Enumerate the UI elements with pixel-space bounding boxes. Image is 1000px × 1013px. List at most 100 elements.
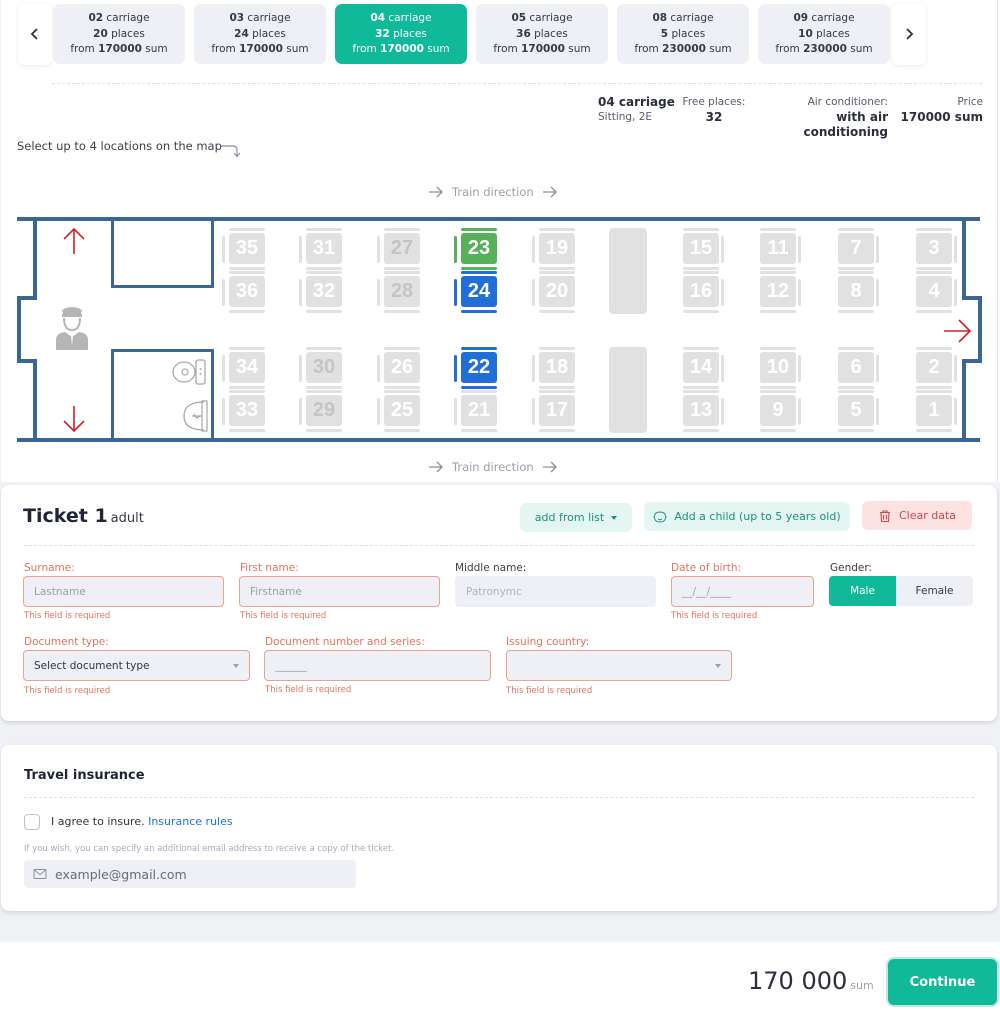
seat-2[interactable]: 2	[909, 347, 957, 389]
divider	[52, 83, 982, 84]
seat-5[interactable]: 5	[831, 390, 879, 432]
next-carriage-button[interactable]	[892, 3, 926, 65]
seat-1[interactable]: 1	[909, 390, 957, 432]
carriage-tab-09[interactable]: 09 carriage 10 places from 230000 sum	[758, 4, 890, 64]
seat-number[interactable]: 33	[229, 395, 265, 426]
seat-number[interactable]: 13	[683, 395, 719, 426]
continue-button[interactable]: Continue	[888, 959, 997, 1005]
seat-number[interactable]: 21	[461, 395, 497, 426]
add-from-list-button[interactable]: add from list	[520, 503, 632, 532]
insurance-checkbox[interactable]	[24, 814, 40, 830]
seat-number[interactable]: 28	[384, 276, 420, 307]
seat-number[interactable]: 23	[461, 233, 497, 264]
seat-9[interactable]: 9	[753, 390, 801, 432]
seat-18[interactable]: 18	[532, 347, 576, 389]
seat-35[interactable]: 35	[222, 228, 266, 270]
dob-input[interactable]: __/__/____	[671, 576, 814, 607]
seat-15[interactable]: 15	[676, 228, 724, 270]
seat-armrest	[377, 355, 380, 382]
seat-number[interactable]: 22	[461, 352, 497, 383]
carriage-tab-02[interactable]: 02 carriage 20 places from 170000 sum	[53, 4, 185, 64]
seat-16[interactable]: 16	[676, 271, 724, 313]
seat-14[interactable]: 14	[676, 347, 724, 389]
seat-number[interactable]: 4	[916, 276, 952, 307]
seat-number[interactable]: 15	[683, 233, 719, 264]
surname-input[interactable]: Lastname	[23, 576, 224, 607]
seat-number[interactable]: 2	[916, 352, 952, 383]
seat-12[interactable]: 12	[753, 271, 801, 313]
seat-number[interactable]: 11	[760, 233, 796, 264]
seat-back	[916, 228, 952, 231]
seat-21[interactable]: 21	[454, 390, 498, 432]
seat-number[interactable]: 31	[306, 233, 342, 264]
seat-29[interactable]: 29	[299, 390, 343, 432]
gender-female-option[interactable]: Female	[896, 576, 973, 606]
seat-number[interactable]: 7	[838, 233, 874, 264]
seat-number[interactable]: 10	[760, 352, 796, 383]
middle-name-input[interactable]: Patronymc	[455, 576, 656, 607]
seat-25[interactable]: 25	[377, 390, 421, 432]
seat-3[interactable]: 3	[909, 228, 957, 270]
seat-8[interactable]: 8	[831, 271, 879, 313]
seat-13[interactable]: 13	[676, 390, 724, 432]
carriage-tab-04[interactable]: 04 carriage 32 places from 170000 sum	[335, 4, 467, 64]
seat-6[interactable]: 6	[831, 347, 879, 389]
seat-number[interactable]: 30	[306, 352, 342, 383]
ticket-number: Ticket 1	[23, 505, 108, 527]
add-child-button[interactable]: Add a child (up to 5 years old)	[644, 502, 850, 531]
seat-number[interactable]: 29	[306, 395, 342, 426]
seat-number[interactable]: 20	[539, 276, 575, 307]
seat-number[interactable]: 5	[838, 395, 874, 426]
insurance-rules-link[interactable]: Insurance rules	[148, 815, 233, 828]
seat-number[interactable]: 27	[384, 233, 420, 264]
seat-24[interactable]: 24	[454, 271, 498, 313]
seat-number[interactable]: 32	[306, 276, 342, 307]
seat-number[interactable]: 24	[461, 276, 497, 307]
seat-19[interactable]: 19	[532, 228, 576, 270]
seat-33[interactable]: 33	[222, 390, 266, 432]
issuing-country-select[interactable]	[506, 650, 732, 681]
seat-32[interactable]: 32	[299, 271, 343, 313]
first-name-input[interactable]: Firstname	[239, 576, 440, 607]
seat-number[interactable]: 17	[539, 395, 575, 426]
email-input[interactable]: example@gmail.com	[24, 860, 356, 888]
seat-7[interactable]: 7	[831, 228, 879, 270]
seat-number[interactable]: 25	[384, 395, 420, 426]
seat-26[interactable]: 26	[377, 347, 421, 389]
document-type-select[interactable]: Select document type	[23, 650, 250, 681]
document-number-input[interactable]: ______	[264, 650, 491, 681]
carriage-tab-03[interactable]: 03 carriage 24 places from 170000 sum	[194, 4, 326, 64]
seat-number[interactable]: 36	[229, 276, 265, 307]
seat-30[interactable]: 30	[299, 347, 343, 389]
seat-number[interactable]: 18	[539, 352, 575, 383]
seat-number[interactable]: 16	[683, 276, 719, 307]
seat-number[interactable]: 1	[916, 395, 952, 426]
seat-number[interactable]: 9	[760, 395, 796, 426]
seat-34[interactable]: 34	[222, 347, 266, 389]
seat-27[interactable]: 27	[377, 228, 421, 270]
seat-10[interactable]: 10	[753, 347, 801, 389]
seat-20[interactable]: 20	[532, 271, 576, 313]
seat-number[interactable]: 26	[384, 352, 420, 383]
prev-carriage-button[interactable]	[18, 3, 52, 65]
seat-number[interactable]: 6	[838, 352, 874, 383]
seat-4[interactable]: 4	[909, 271, 957, 313]
seat-28[interactable]: 28	[377, 271, 421, 313]
carriage-tab-05[interactable]: 05 carriage 36 places from 170000 sum	[476, 4, 608, 64]
seat-31[interactable]: 31	[299, 228, 343, 270]
carriage-tab-08[interactable]: 08 carriage 5 places from 230000 sum	[617, 4, 749, 64]
seat-36[interactable]: 36	[222, 271, 266, 313]
seat-number[interactable]: 3	[916, 233, 952, 264]
gender-male-option[interactable]: Male	[829, 576, 896, 606]
seat-number[interactable]: 35	[229, 233, 265, 264]
seat-number[interactable]: 34	[229, 352, 265, 383]
seat-number[interactable]: 19	[539, 233, 575, 264]
seat-17[interactable]: 17	[532, 390, 576, 432]
seat-11[interactable]: 11	[753, 228, 801, 270]
seat-number[interactable]: 8	[838, 276, 874, 307]
seat-number[interactable]: 12	[760, 276, 796, 307]
seat-number[interactable]: 14	[683, 352, 719, 383]
clear-data-button[interactable]: Clear data	[862, 501, 972, 530]
seat-23[interactable]: 23	[454, 228, 498, 270]
seat-22[interactable]: 22	[454, 347, 498, 389]
